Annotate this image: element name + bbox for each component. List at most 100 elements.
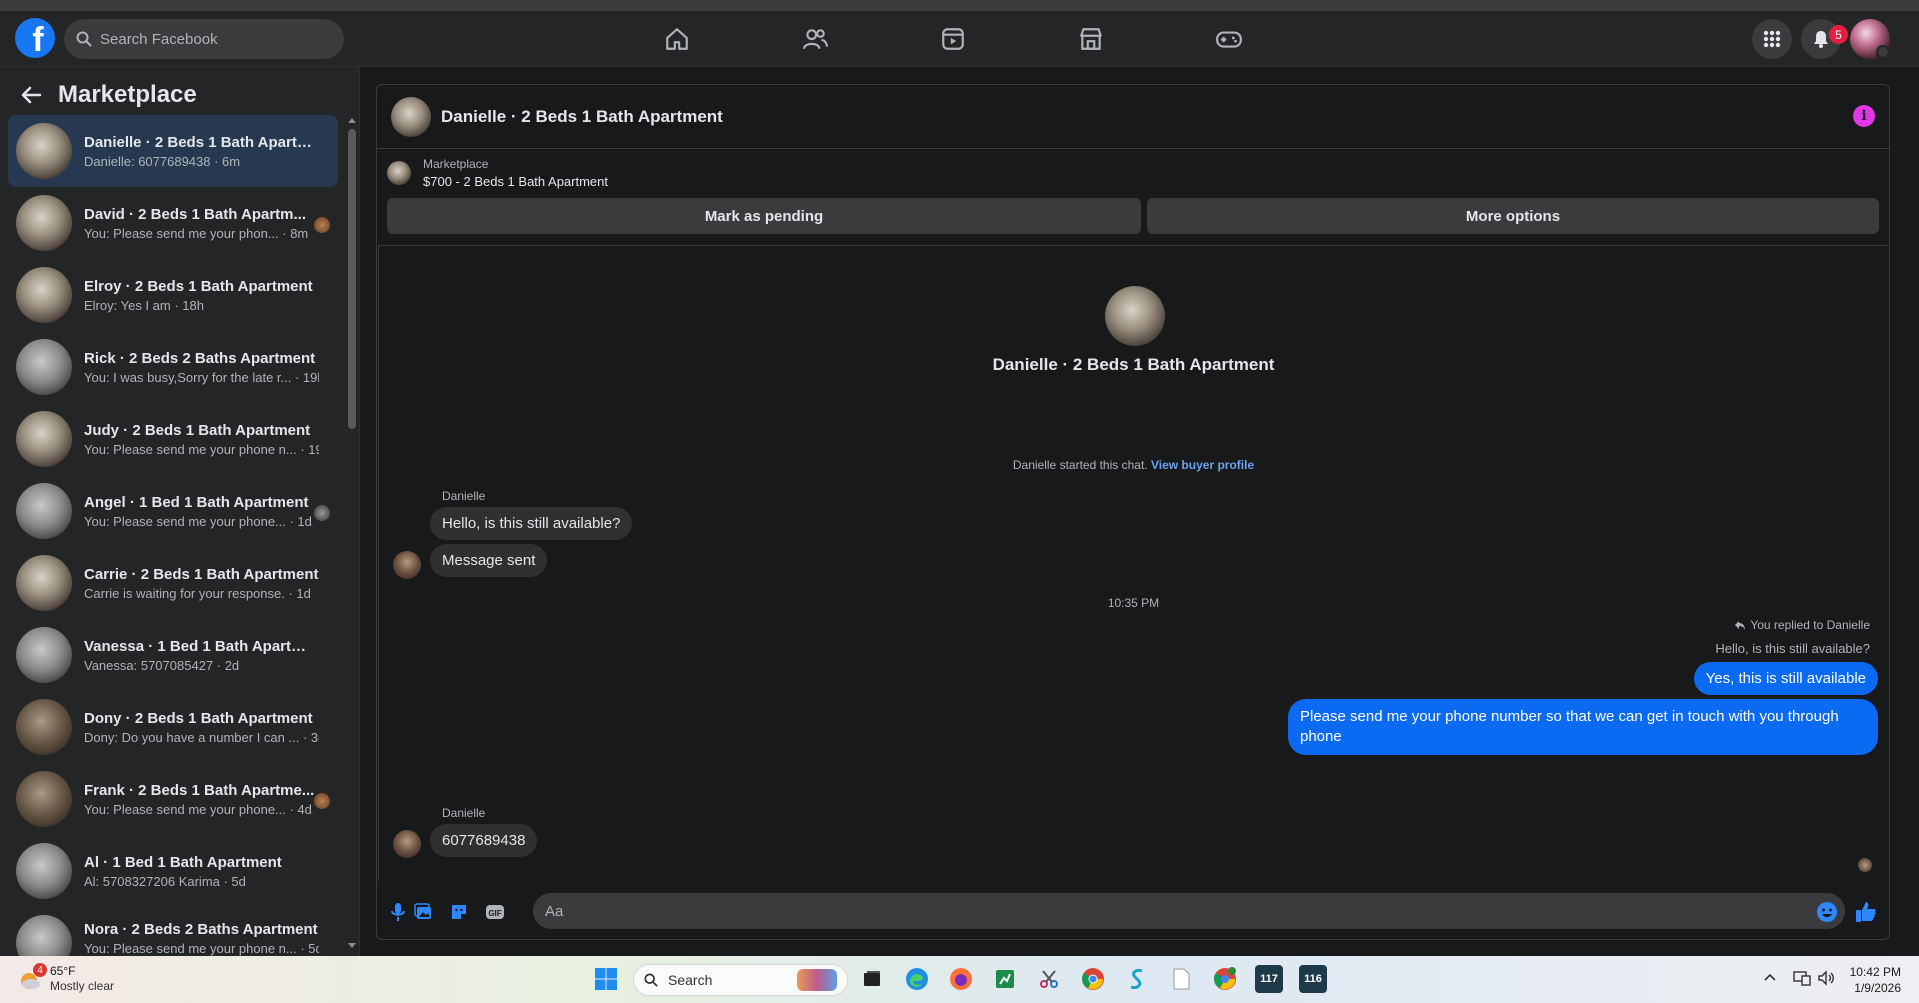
sidebar-title: Marketplace [58, 81, 197, 108]
outgoing-message[interactable]: Yes, this is still available [1693, 662, 1878, 695]
listing-thumbnail [16, 843, 72, 899]
gif-icon[interactable]: GIF [484, 901, 506, 923]
weather-widget[interactable]: 4 65°F Mostly clear [16, 963, 114, 994]
spreadsheet-app-icon[interactable] [991, 965, 1019, 993]
conversation-item[interactable]: Elroy · 2 Beds 1 Bath Apartment Elroy: Ye… [8, 259, 338, 331]
facebook-logo-icon[interactable]: f [15, 18, 55, 58]
mark-as-pending-button[interactable]: Mark as pending [387, 198, 1141, 234]
marketplace-icon[interactable] [1077, 25, 1105, 53]
info-icon[interactable]: i [1853, 105, 1875, 127]
conversation-name: Nora · 2 Beds 2 Baths Apartment [84, 921, 318, 938]
chevron-down-icon[interactable] [1876, 45, 1890, 59]
started-text: Danielle started this chat. [1012, 458, 1148, 472]
more-options-button[interactable]: More options [1147, 198, 1879, 234]
sidebar-header: Marketplace [20, 77, 197, 113]
network-icon[interactable] [1793, 970, 1811, 986]
profile-avatar[interactable] [1105, 286, 1165, 346]
snipping-tool-icon[interactable] [1035, 965, 1063, 993]
taskbar-search[interactable]: Search [633, 964, 848, 996]
conversation-snippet: You: I was busy,Sorry for the late r... … [84, 369, 319, 385]
sidebar-scrollbar[interactable] [346, 115, 358, 951]
conversation-item[interactable]: Nora · 2 Beds 2 Baths Apartment You: Plea… [8, 907, 338, 963]
conversation-item[interactable]: Frank · 2 Beds 1 Bath Apartme... You: Ple… [8, 763, 338, 835]
video-icon[interactable] [939, 25, 967, 53]
emoji-icon[interactable] [1816, 901, 1838, 923]
microphone-icon[interactable] [387, 901, 409, 923]
scroll-up-icon[interactable] [346, 115, 358, 125]
time-separator: 10:35 PM [1107, 596, 1160, 610]
view-buyer-profile-link[interactable]: View buyer profile [1151, 458, 1254, 472]
scroll-down-icon[interactable] [346, 941, 358, 951]
sender-avatar[interactable] [393, 551, 421, 579]
conversation-item[interactable]: Angel · 1 Bed 1 Bath Apartment You: Pleas… [8, 475, 338, 547]
home-icon[interactable] [663, 25, 691, 53]
app-s-icon[interactable] [1123, 965, 1151, 993]
conversation-snippet: You: Please send me your phone n... · 19… [84, 441, 319, 457]
incoming-message[interactable]: Message sent [430, 544, 548, 577]
conversation-item[interactable]: Rick · 2 Beds 2 Baths Apartment You: I wa… [8, 331, 338, 403]
gaming-icon[interactable] [1215, 25, 1243, 53]
listing-thumbnail [16, 699, 72, 755]
chat-title[interactable]: Danielle · 2 Beds 1 Bath Apartment [441, 107, 723, 127]
listing-thumbnail [16, 771, 72, 827]
thumbs-up-icon[interactable] [1855, 901, 1877, 923]
volume-icon[interactable] [1817, 970, 1835, 986]
conversation-name: Frank · 2 Beds 1 Bath Apartme... [84, 781, 315, 799]
conversation-item[interactable]: Danielle · 2 Beds 1 Bath Apartme... Danie… [8, 115, 338, 187]
conversation-snippet: Carrie is waiting for your response. · 1… [84, 585, 311, 601]
edge-browser-icon[interactable] [903, 965, 931, 993]
outgoing-message[interactable]: Please send me your phone number so that… [1288, 699, 1878, 755]
back-arrow-icon[interactable] [20, 84, 42, 106]
app-117-icon[interactable]: 117 [1255, 965, 1283, 993]
message-input[interactable]: Aa [533, 893, 1845, 929]
listing-thumbnail [16, 339, 72, 395]
scrollbar-thumb[interactable] [348, 129, 356, 429]
listing-thumbnail [16, 483, 72, 539]
search-icon [76, 31, 92, 47]
firefox-icon[interactable] [947, 965, 975, 993]
listing-thumbnail [16, 267, 72, 323]
conversation-item[interactable]: Carrie · 2 Beds 1 Bath Apartment Carrie i… [8, 547, 338, 619]
notification-badge: 5 [1829, 25, 1848, 44]
conversation-snippet: You: Please send me your phone n... · 5d [84, 941, 319, 956]
app-116-icon[interactable]: 116 [1299, 965, 1327, 993]
listing-mini-thumbnail [387, 161, 411, 185]
sender-name: Danielle [442, 489, 486, 503]
incoming-message[interactable]: Hello, is this still available? [430, 507, 633, 540]
friends-icon[interactable] [801, 25, 829, 53]
file-icon[interactable] [1167, 965, 1195, 993]
weather-alert-badge: 4 [33, 963, 47, 977]
listing-bar[interactable]: Marketplace $700 - 2 Beds 1 Bath Apartme… [387, 157, 608, 189]
windows-start-icon[interactable] [592, 965, 620, 993]
chevron-up-icon[interactable] [1763, 970, 1777, 984]
task-view-icon[interactable] [858, 965, 886, 993]
search-facebook-input[interactable]: Search Facebook [64, 19, 344, 59]
chat-header: Danielle · 2 Beds 1 Bath Apartment i [377, 85, 1889, 149]
conversation-item[interactable]: Al · 1 Bed 1 Bath Apartment Al: 570832720… [8, 835, 338, 907]
quoted-message[interactable]: Hello, is this still available? [1715, 641, 1870, 656]
incoming-message[interactable]: 6077689438 [430, 824, 538, 857]
seen-avatar [1858, 858, 1872, 872]
taskbar-search-label: Search [668, 972, 713, 988]
conversation-item[interactable]: Vanessa · 1 Bed 1 Bath Apartment Vanessa:… [8, 619, 338, 691]
conversation-item[interactable]: David · 2 Beds 1 Bath Apartm... You: Plea… [8, 187, 338, 259]
photo-icon[interactable] [413, 901, 435, 923]
menu-grid-icon[interactable] [1752, 19, 1792, 59]
sender-avatar[interactable] [393, 830, 421, 858]
listing-avatar[interactable] [391, 96, 431, 137]
weather-temp: 65°F [50, 964, 76, 978]
seen-avatar [314, 505, 330, 521]
chrome-icon[interactable] [1079, 965, 1107, 993]
profile-name: Danielle · 2 Beds 1 Bath Apartment [992, 355, 1275, 374]
chat-panel: Danielle · 2 Beds 1 Bath Apartment i Mar… [376, 84, 1890, 940]
conversation-item[interactable]: Judy · 2 Beds 1 Bath Apartment You: Pleas… [8, 403, 338, 475]
search-placeholder: Search Facebook [100, 30, 218, 48]
conversation-item[interactable]: Dony · 2 Beds 1 Bath Apartment Dony: Do y… [8, 691, 338, 763]
badge-117: 117 [1260, 973, 1278, 985]
sticker-icon[interactable] [448, 901, 470, 923]
chrome-profile-icon[interactable] [1211, 965, 1239, 993]
reply-icon [1735, 621, 1746, 630]
search-icon [644, 973, 658, 987]
system-clock[interactable]: 10:42 PM 1/9/2026 [1850, 964, 1901, 996]
conversation-snippet: Danielle: 6077689438 · 6m [84, 153, 241, 169]
